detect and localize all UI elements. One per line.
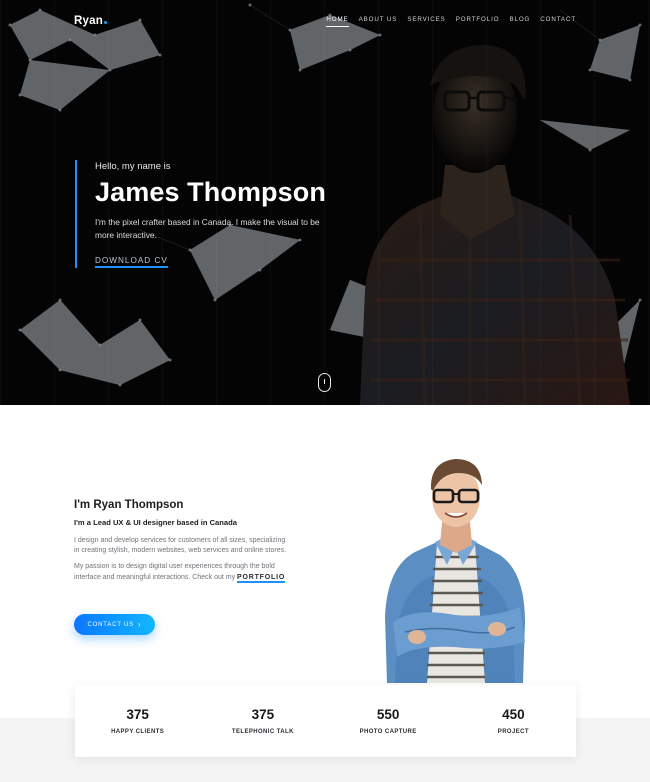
hero-section: Ryan HOME ABOUT US SERVICES PORTFOLIO BL… [0, 0, 650, 405]
stat-project: 450 PROJECT [451, 685, 576, 757]
hero-greeting: Hello, my name is [95, 161, 171, 172]
main-menu: HOME ABOUT US SERVICES PORTFOLIO BLOG CO… [326, 16, 576, 27]
about-text-block: I'm Ryan Thompson I'm a Lead UX & UI des… [74, 499, 292, 583]
stat-value: 550 [376, 707, 400, 722]
mouse-scroll-icon[interactable] [318, 373, 331, 392]
stat-label: PROJECT [497, 729, 529, 735]
mouse-wheel [323, 379, 326, 384]
nav-item-about-us[interactable]: ABOUT US [359, 16, 398, 27]
about-paragraph-1: I design and develop services for custom… [74, 537, 287, 555]
contact-us-button[interactable]: CONTACT US › [74, 614, 155, 635]
site-logo[interactable]: Ryan [74, 15, 107, 27]
stat-value: 375 [126, 707, 149, 722]
stat-label: HAPPY CLIENTS [111, 729, 165, 735]
contact-us-label: CONTACT US [87, 621, 134, 628]
about-section: I'm Ryan Thompson I'm a Lead UX & UI des… [0, 405, 650, 718]
hero-description: I'm the pixel crafter based in Canada. I… [95, 217, 320, 240]
about-paragraph-2: My passion is to design digital user exp… [74, 562, 292, 583]
stat-telephonic-talk: 375 TELEPHONIC TALK [200, 685, 325, 757]
chevron-right-icon: › [137, 619, 142, 629]
nav-item-services[interactable]: SERVICES [407, 16, 445, 27]
about-subtitle: I'm a Lead UX & UI designer based in Can… [74, 518, 238, 527]
about-portrait [385, 459, 525, 683]
stat-happy-clients: 375 HAPPY CLIENTS [75, 685, 200, 757]
top-navigation: Ryan HOME ABOUT US SERVICES PORTFOLIO BL… [0, 14, 650, 34]
stat-value: 375 [251, 707, 275, 722]
nav-item-portfolio[interactable]: PORTFOLIO [456, 16, 500, 27]
stat-label: PHOTO CAPTURE [359, 729, 417, 735]
stat-photo-capture: 550 PHOTO CAPTURE [326, 685, 451, 757]
stats-card: 375 HAPPY CLIENTS 375 TELEPHONIC TALK 55… [75, 685, 576, 757]
portfolio-link[interactable]: PORTFOLIO [237, 573, 286, 583]
nav-item-blog[interactable]: BLOG [509, 16, 530, 27]
logo-dot-icon [103, 21, 107, 24]
stat-value: 450 [502, 707, 525, 722]
about-title: I'm Ryan Thompson [74, 499, 184, 511]
nav-item-home[interactable]: HOME [326, 16, 349, 27]
logo-text: Ryan [74, 15, 103, 27]
hero-intro: Hello, my name is James Thompson I'm the… [75, 160, 335, 268]
hero-name: James Thompson [95, 177, 326, 207]
stat-label: TELEPHONIC TALK [231, 729, 294, 735]
download-cv-link[interactable]: DOWNLOAD CV [95, 256, 168, 268]
nav-item-contact[interactable]: CONTACT [540, 16, 576, 27]
